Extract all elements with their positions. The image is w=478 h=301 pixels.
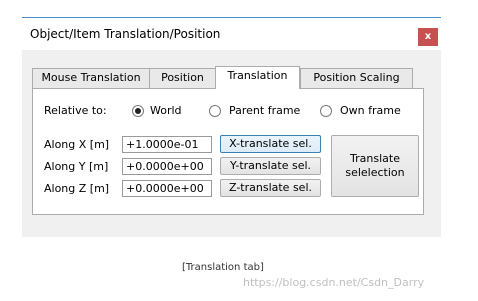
translate-selection-line2: selelection <box>345 166 405 179</box>
close-button[interactable]: x <box>418 28 438 46</box>
along-x-label: Along X [m] <box>44 138 110 151</box>
tab-mouse-translation[interactable]: Mouse Translation <box>32 68 150 88</box>
translation-panel: Relative to: World Parent frame Own fram… <box>32 88 424 215</box>
translate-selection-button[interactable]: Translate selelection <box>331 135 419 197</box>
along-z-input[interactable]: +0.0000e+00 <box>122 180 212 197</box>
figure-caption: [Translation tab] <box>182 262 264 273</box>
watermark: https://blog.csdn.net/Csdn_Darry <box>243 276 425 289</box>
radio-own-frame[interactable] <box>320 105 332 117</box>
translate-selection-line1: Translate <box>350 152 400 165</box>
along-y-label: Along Y [m] <box>44 160 109 173</box>
tab-position-scaling[interactable]: Position Scaling <box>300 68 413 88</box>
tab-bar: Mouse Translation Position Translation P… <box>32 66 424 89</box>
along-x-input[interactable]: +1.0000e-01 <box>122 136 212 153</box>
z-translate-button[interactable]: Z-translate sel. <box>220 179 321 197</box>
tab-position[interactable]: Position <box>149 68 216 88</box>
translation-dialog: Object/Item Translation/Position x Mouse… <box>22 17 441 237</box>
radio-world-label[interactable]: World <box>150 104 182 117</box>
radio-parent-frame-label[interactable]: Parent frame <box>229 104 300 117</box>
along-y-input[interactable]: +0.0000e+00 <box>122 158 212 175</box>
along-z-label: Along Z [m] <box>44 182 110 195</box>
tab-translation[interactable]: Translation <box>215 66 300 89</box>
relative-to-label: Relative to: <box>44 104 107 117</box>
radio-parent-frame[interactable] <box>209 105 221 117</box>
x-translate-button[interactable]: X-translate sel. <box>220 135 321 153</box>
radio-own-frame-label[interactable]: Own frame <box>340 104 401 117</box>
y-translate-button[interactable]: Y-translate sel. <box>220 157 321 175</box>
window-title: Object/Item Translation/Position <box>30 27 221 41</box>
radio-world[interactable] <box>132 105 144 117</box>
title-bar[interactable]: Object/Item Translation/Position x <box>22 18 441 50</box>
